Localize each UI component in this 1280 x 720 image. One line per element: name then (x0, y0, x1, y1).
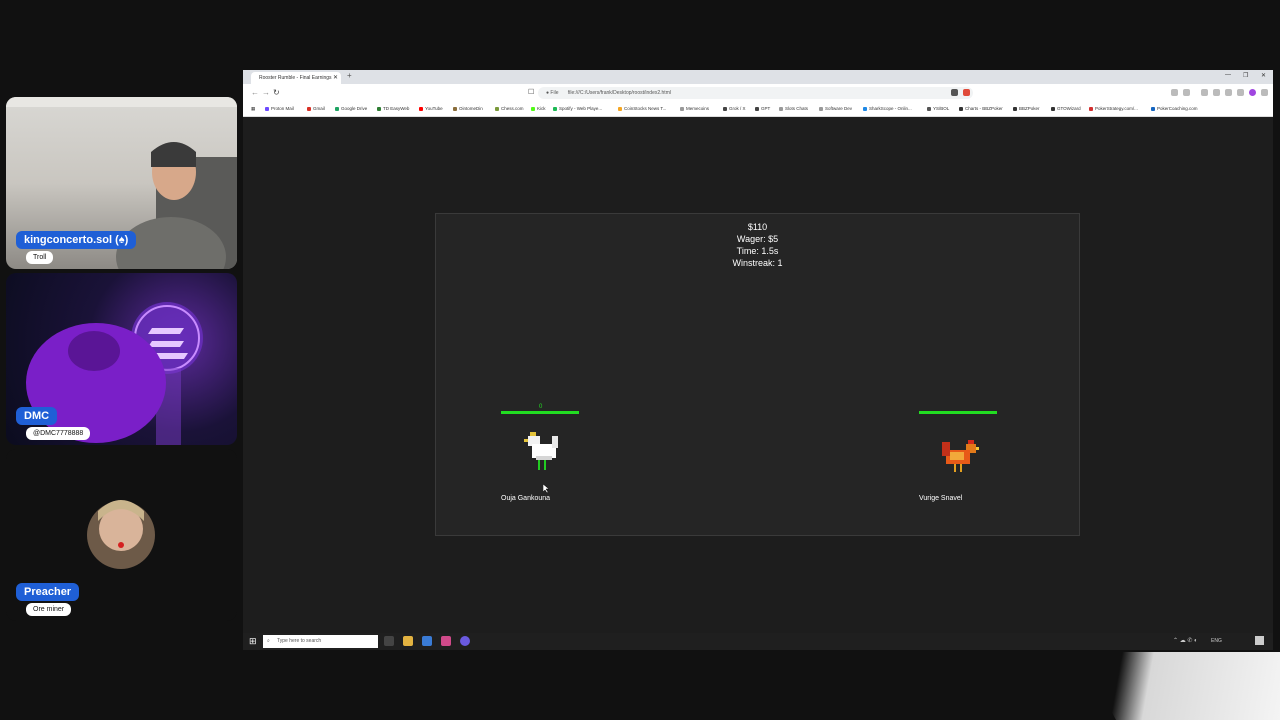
participant-name-tag: kingconcerto.sol (♠) (16, 231, 137, 249)
bookmark-item[interactable]: Proton Mail (265, 106, 294, 111)
bookmark-item[interactable]: Kick (531, 106, 546, 111)
bookmark-item[interactable]: Slots Chats (779, 106, 808, 111)
close-window-icon[interactable]: ✕ (1261, 72, 1266, 79)
participant-tile-dmc[interactable]: DMC @DMC7778888 (6, 273, 237, 445)
taskbar: ⊞ ⌕ Type here to search ⌃ ☁ ✆ ◐ ENG (243, 633, 1273, 650)
bookmark-item[interactable]: GPT (755, 106, 770, 111)
taskbar-search-input[interactable]: ⌕ Type here to search (263, 635, 378, 648)
sidebar-icon[interactable] (1201, 89, 1208, 96)
bookmark-item[interactable]: YouTube (419, 106, 443, 111)
extension-icon[interactable] (1225, 89, 1232, 96)
extension-icon[interactable] (1183, 89, 1190, 96)
participant-name-tag: Preacher (16, 583, 80, 601)
opponent-rooster-name: Vurige Snavel (919, 495, 963, 502)
opponent-health-bar (919, 411, 997, 414)
bookmark-item[interactable]: BBZPoker (1013, 106, 1040, 111)
participant-role-tag: Troll (26, 251, 54, 264)
extension-icon[interactable] (1213, 89, 1220, 96)
browser-tab[interactable]: Rooster Rumble - Final Earnings ✕ (251, 72, 341, 84)
bookmark-item[interactable]: Charts - BBZPoker (959, 106, 1003, 111)
bookmark-item[interactable]: Spotify - Web Playe... (553, 106, 602, 111)
bookmark-icon[interactable]: ☐ (528, 88, 534, 96)
bookmark-item[interactable]: PokerCoaching.com (1151, 106, 1198, 111)
bookmark-item[interactable]: SharkScope - Onlin... (863, 106, 912, 111)
bookmarks-bar: ▦ Proton Mail Gmail Google Drive TD Easy… (243, 103, 1273, 117)
tab-title: Rooster Rumble - Final Earnings (259, 75, 332, 81)
shield-icon[interactable] (951, 89, 958, 96)
browser-app-icon[interactable] (441, 636, 451, 646)
player-rooster-name: Ouja Gankouna (501, 495, 551, 502)
extension-icon[interactable] (1237, 89, 1244, 96)
participant-tile-preacher[interactable]: Preacher Ore miner (6, 449, 237, 621)
maximize-icon[interactable]: ❐ (1243, 72, 1248, 79)
time-text: Time: 1.5s (736, 246, 779, 256)
back-icon[interactable]: ← (251, 88, 259, 97)
language-indicator[interactable]: ENG (1211, 638, 1222, 644)
balance-text: $110 (747, 222, 768, 232)
winstreak-text: Winstreak: 1 (732, 258, 783, 268)
chat-app-icon[interactable] (460, 636, 470, 646)
participant-role-tag: @DMC7778888 (26, 427, 91, 440)
notification-icon[interactable] (1255, 636, 1264, 645)
bookmark-item[interactable]: Chess.com (495, 106, 524, 111)
tab-bar: Rooster Rumble - Final Earnings ✕ + — ❐ … (243, 70, 1273, 84)
browser-toolbar: ← → ↻ ☐ ● File file:///C:/Users/frank/De… (243, 84, 1273, 103)
alert-icon[interactable] (963, 89, 970, 96)
new-tab-icon[interactable]: + (347, 71, 352, 80)
player-health-bar (501, 411, 579, 414)
red-rooster-sprite (942, 440, 979, 472)
bookmark-item[interactable]: TD EasyWeb (377, 106, 409, 111)
forward-icon[interactable]: → (262, 88, 270, 97)
task-view-icon[interactable] (384, 636, 394, 646)
windows-start-icon[interactable]: ⊞ (249, 636, 257, 647)
bookmark-item[interactable]: PokerStrategy.com/... (1089, 106, 1138, 111)
search-icon: ⌕ (267, 638, 270, 644)
info-icon: ● (546, 90, 550, 96)
menu-icon[interactable] (1261, 89, 1268, 96)
bookmark-item[interactable]: CoinStocks News T... (618, 106, 666, 111)
reload-icon[interactable]: ↻ (273, 88, 280, 97)
wager-text: Wager: $5 (736, 234, 779, 244)
participant-tile-kingconcerto[interactable]: kingconcerto.sol (♠) Troll (6, 97, 237, 269)
bookmark-item[interactable]: Software Dev (819, 106, 852, 111)
bookmark-item[interactable]: OintomeDin (453, 106, 483, 111)
bookmark-item[interactable]: Gmail (307, 106, 325, 111)
extension-icon[interactable] (1171, 89, 1178, 96)
background-object (1080, 652, 1280, 720)
file-explorer-icon[interactable] (403, 636, 413, 646)
participant-role-tag: Ore miner (26, 603, 72, 616)
bookmark-item[interactable]: Google Drive (335, 106, 367, 111)
address-bar[interactable]: ● File file:///C:/Users/frank/Desktop/ro… (538, 87, 973, 99)
mouse-cursor-icon (543, 484, 550, 494)
url-scheme: File (550, 90, 559, 96)
close-tab-icon[interactable]: ✕ (333, 72, 338, 84)
app-icon[interactable] (422, 636, 432, 646)
bookmark-item[interactable]: Memecoins (680, 106, 709, 111)
url-text: file:///C:/Users/frank/Desktop/roost/ind… (567, 90, 671, 96)
participant-name-tag: DMC (16, 407, 58, 425)
hp-indicator: 0 (539, 404, 543, 410)
system-tray-icons[interactable]: ⌃ ☁ ✆ ◐ (1173, 637, 1198, 644)
game-canvas[interactable]: $110 Wager: $5 Time: 1.5s Winstreak: 1 0… (435, 213, 1080, 536)
bookmark-item[interactable]: Grok / X (723, 106, 746, 111)
profile-icon[interactable] (1249, 89, 1256, 96)
minimize-icon[interactable]: — (1225, 72, 1231, 78)
apps-icon[interactable]: ▦ (251, 106, 255, 112)
white-rooster-sprite (524, 432, 558, 470)
bookmark-item[interactable]: GTOWizard (1051, 106, 1081, 111)
bookmark-item[interactable]: YS/BOL (927, 106, 949, 111)
